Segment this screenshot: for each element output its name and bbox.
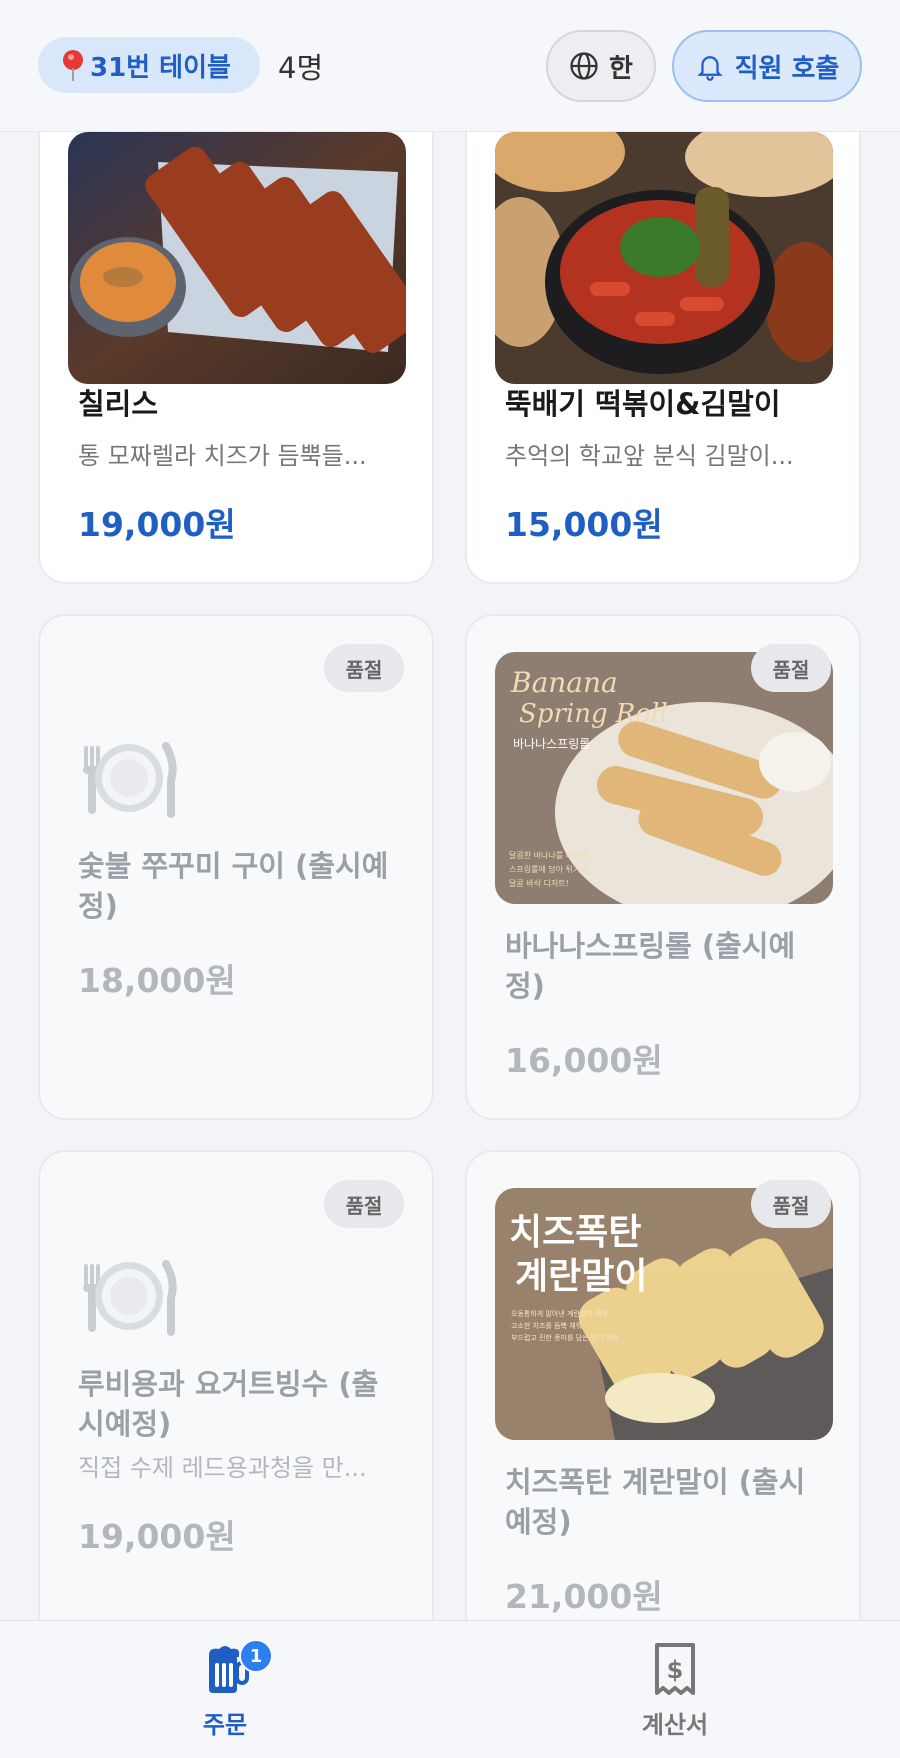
image-caption-title2: 계란말이 (515, 1256, 647, 1297)
image-caption-blurb1: 오동통하게 말아낸 계란말이 속에 (511, 1309, 608, 1318)
order-count-badge: 1 (239, 1639, 273, 1673)
image-caption-blurb3: 달콤 바삭 디저트! (509, 878, 569, 888)
image-caption-blurb2: 스프링롤에 담아 튀겨낸 (509, 864, 588, 874)
table-number-badge: 31번 테이블 (38, 37, 260, 93)
tteokbokki-photo (495, 132, 833, 384)
image-caption-title2: Spring Roll (519, 699, 668, 729)
language-label: 한 (609, 53, 633, 84)
nav-order-label: 주문 (202, 1711, 248, 1739)
menu-card-banana-spring-roll[interactable]: 품절 Banana Spring Roll 바나나스프링롤 달콤한 바나나를 바… (465, 614, 861, 1120)
sold-out-badge: 품절 (324, 644, 404, 692)
menu-price: 19,000원 (78, 1517, 236, 1556)
nav-bill-label: 계산서 (641, 1711, 709, 1739)
nav-bill-tab[interactable]: $ 계산서 (595, 1641, 755, 1741)
call-staff-button[interactable]: 직원 호출 (672, 30, 862, 102)
menu-name: 뚝배기 떡볶이&김말이 (505, 387, 781, 421)
menu-name: 치즈폭탄 계란말이 (출시예정) (505, 1465, 806, 1539)
menu-card-jjukkumi[interactable]: 품절 숯불 쭈꾸미 구이 (출시예정) 18,000원 (38, 614, 434, 1120)
plate-icon (78, 740, 180, 822)
table-number-label: 31번 테이블 (90, 52, 231, 83)
sold-out-badge: 품절 (751, 1180, 831, 1228)
image-caption-title1: Banana (510, 666, 618, 699)
menu-description: 직접 수제 레드용과청을 만... (78, 1454, 367, 1482)
menu-card-tteokbokki[interactable]: 뚝배기 떡볶이&김말이 추억의 학교앞 분식 김말이... 15,000원 (465, 60, 861, 584)
svg-text:$: $ (667, 1656, 684, 1684)
image-caption-blurb3: 부드럽고 진한 풍미를 담은 인기 메뉴 (511, 1333, 619, 1342)
menu-name: 칠리스 (78, 387, 159, 421)
menu-price: 18,000원 (78, 961, 236, 1000)
top-header: 31번 테이블 4명 한 직원 호출 (0, 0, 900, 132)
globe-icon (570, 52, 598, 80)
menu-name: 숯불 쭈꾸미 구이 (출시예정) (78, 849, 389, 923)
receipt-icon: $ (655, 1643, 695, 1695)
menu-price: 16,000원 (505, 1041, 663, 1080)
bell-icon (696, 56, 723, 81)
guest-count: 4명 (278, 51, 324, 85)
fried-cheese-sticks-photo (68, 132, 406, 384)
bottom-navigation: 1 주문 $ 계산서 (0, 1620, 900, 1758)
language-button[interactable]: 한 (546, 30, 656, 102)
menu-price: 19,000원 (78, 505, 236, 544)
sold-out-badge: 품절 (324, 1180, 404, 1228)
sold-out-badge: 품절 (751, 644, 831, 692)
image-caption-ko: 바나나스프링롤 (513, 737, 590, 751)
image-caption-blurb1: 달콤한 바나나를 바삭한 (509, 850, 588, 860)
menu-card-chillis[interactable]: 칠리스 통 모짜렐라 치즈가 듬뿍들... 19,000원 (38, 60, 434, 584)
menu-name: 루비용과 요거트빙수 (출시예정) (78, 1367, 379, 1441)
location-pin-icon (62, 48, 84, 82)
image-caption-blurb2: 고소한 치즈를 듬뿍 채워 (511, 1321, 582, 1330)
menu-price: 21,000원 (505, 1577, 663, 1616)
menu-name: 바나나스프링롤 (출시예정) (505, 929, 796, 1003)
plate-icon (78, 1258, 180, 1340)
menu-price: 15,000원 (505, 505, 663, 544)
menu-description: 추억의 학교앞 분식 김말이... (505, 442, 794, 470)
nav-order-tab[interactable]: 1 주문 (145, 1639, 305, 1741)
menu-description: 통 모짜렐라 치즈가 듬뿍들... (78, 442, 367, 470)
image-caption-title1: 치즈폭탄 (509, 1212, 641, 1253)
call-staff-label: 직원 호출 (734, 53, 840, 84)
